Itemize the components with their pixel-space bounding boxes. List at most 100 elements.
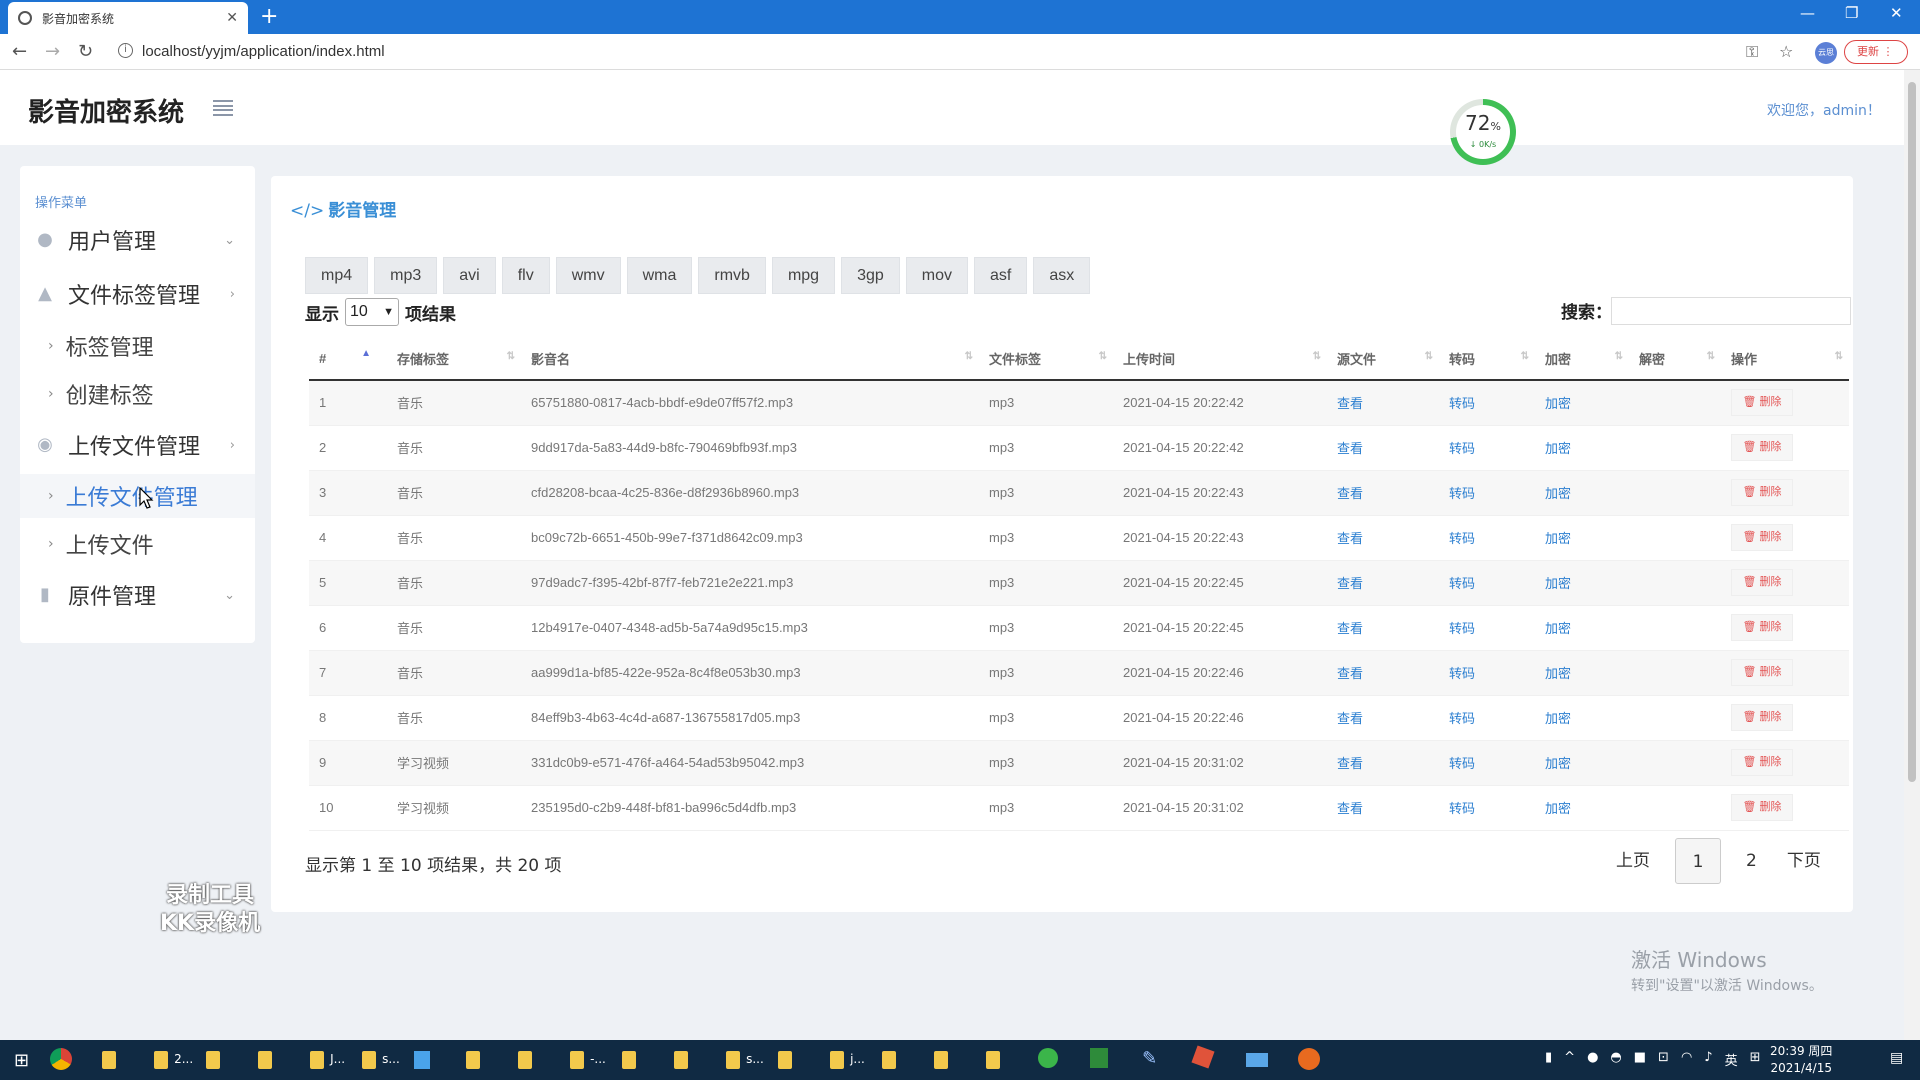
delete-button[interactable]: 🗑 删除: [1731, 704, 1793, 731]
transcode-link[interactable]: 转码: [1439, 470, 1535, 516]
transcode-link[interactable]: 转码: [1439, 695, 1535, 741]
encrypt-link[interactable]: 加密: [1535, 650, 1629, 696]
ime-indicator[interactable]: 英: [1725, 1050, 1738, 1069]
format-button-mp3[interactable]: mp3: [374, 257, 438, 294]
tray-app-icon[interactable]: ■: [1634, 1050, 1646, 1069]
profile-avatar[interactable]: 云思: [1815, 42, 1837, 64]
back-icon[interactable]: ←: [12, 41, 27, 62]
next-page-button[interactable]: 下页: [1772, 838, 1836, 884]
folder-icon[interactable]: [778, 1048, 808, 1072]
transcode-link[interactable]: 转码: [1439, 785, 1535, 831]
folder-icon[interactable]: [258, 1048, 288, 1072]
format-button-mp4[interactable]: mp4: [305, 257, 369, 294]
delete-button[interactable]: 🗑 删除: [1731, 614, 1793, 641]
sidebar-item-upload-file-management[interactable]: ◉ 上传文件管理 ›: [20, 423, 255, 467]
sidebar-item-original-management[interactable]: ▮ 原件管理 ⌄: [20, 573, 255, 617]
transcode-link[interactable]: 转码: [1439, 605, 1535, 651]
view-link[interactable]: 查看: [1327, 785, 1439, 831]
folder-icon[interactable]: [674, 1048, 704, 1072]
view-link[interactable]: 查看: [1327, 560, 1439, 606]
sidebar-item-file-tag-management[interactable]: ▲ 文件标签管理 ›: [20, 272, 255, 316]
folder-icon[interactable]: [986, 1048, 1016, 1072]
wifi-icon[interactable]: ◠: [1681, 1050, 1692, 1069]
sidebar-item-upload-file[interactable]: › 上传文件: [20, 522, 255, 566]
minimize-icon[interactable]: —: [1800, 4, 1815, 22]
delete-button[interactable]: 🗑 删除: [1731, 479, 1793, 506]
keyboard-icon[interactable]: ⊞: [1750, 1050, 1761, 1069]
format-button-mpg[interactable]: mpg: [771, 257, 836, 294]
view-link[interactable]: 查看: [1327, 695, 1439, 741]
delete-button[interactable]: 🗑 删除: [1731, 749, 1793, 776]
welcome-text[interactable]: 欢迎您，admin！: [1767, 100, 1881, 120]
sidebar-item-user-management[interactable]: ● 用户管理 ⌄: [20, 218, 255, 262]
folder-icon[interactable]: J...: [310, 1048, 345, 1072]
key-icon[interactable]: ⚿: [1746, 42, 1758, 62]
red-app-icon[interactable]: [1191, 1045, 1224, 1072]
column-header[interactable]: 影音名 ⇅: [521, 338, 979, 381]
column-header[interactable]: 存储标签 ⇅: [387, 338, 521, 381]
green-app-icon[interactable]: [1038, 1048, 1068, 1072]
view-link[interactable]: 查看: [1327, 650, 1439, 696]
encrypt-link[interactable]: 加密: [1535, 380, 1629, 426]
delete-button[interactable]: 🗑 删除: [1731, 524, 1793, 551]
view-link[interactable]: 查看: [1327, 470, 1439, 516]
folder-icon[interactable]: 2...: [154, 1048, 193, 1072]
tray-app-icon[interactable]: ●: [1587, 1050, 1598, 1069]
recorder-icon[interactable]: [1298, 1048, 1328, 1072]
transcode-link[interactable]: 转码: [1439, 425, 1535, 471]
pen-icon[interactable]: ✎: [1142, 1048, 1172, 1072]
battery-icon[interactable]: ▮: [1545, 1050, 1552, 1069]
forward-icon[interactable]: →: [45, 41, 60, 62]
column-header[interactable]: 源文件 ⇅: [1327, 338, 1439, 381]
view-link[interactable]: 查看: [1327, 740, 1439, 786]
close-window-icon[interactable]: ✕: [1890, 4, 1903, 22]
delete-button[interactable]: 🗑 删除: [1731, 794, 1793, 821]
encrypt-link[interactable]: 加密: [1535, 740, 1629, 786]
delete-button[interactable]: 🗑 删除: [1731, 569, 1793, 596]
encrypt-link[interactable]: 加密: [1535, 515, 1629, 561]
browser-tab[interactable]: 影音加密系统 ✕: [8, 2, 248, 34]
folder-icon[interactable]: [466, 1048, 496, 1072]
format-button-flv[interactable]: flv: [501, 257, 550, 294]
folder-icon[interactable]: [518, 1048, 548, 1072]
transcode-link[interactable]: 转码: [1439, 515, 1535, 561]
encrypt-link[interactable]: 加密: [1535, 695, 1629, 741]
column-header[interactable]: 解密 ⇅: [1629, 338, 1721, 381]
page-button-2[interactable]: 2: [1731, 838, 1772, 884]
transcode-link[interactable]: 转码: [1439, 650, 1535, 696]
folder-icon[interactable]: s...: [726, 1048, 764, 1072]
transcode-link[interactable]: 转码: [1439, 740, 1535, 786]
laptop-icon[interactable]: [1246, 1048, 1276, 1072]
search-input[interactable]: [1611, 297, 1851, 325]
chevron-up-icon[interactable]: ^: [1564, 1050, 1575, 1069]
folder-icon[interactable]: j...: [830, 1048, 865, 1072]
star-icon[interactable]: ☆: [1779, 42, 1793, 61]
delete-button[interactable]: 🗑 删除: [1731, 659, 1793, 686]
view-link[interactable]: 查看: [1327, 605, 1439, 651]
network-speed-widget[interactable]: 72% ↓ 0K/s: [1450, 99, 1516, 165]
format-button-3gp[interactable]: 3gp: [841, 257, 900, 294]
page-size-select[interactable]: 10 ▼: [345, 298, 399, 326]
encrypt-link[interactable]: 加密: [1535, 425, 1629, 471]
format-button-rmvb[interactable]: rmvb: [698, 257, 766, 294]
delete-button[interactable]: 🗑 删除: [1731, 434, 1793, 461]
cube-icon[interactable]: [414, 1048, 444, 1072]
network-icon[interactable]: ⊡: [1658, 1050, 1669, 1069]
column-header[interactable]: 操作 ⇅: [1721, 338, 1849, 381]
sidebar-item-create-tag[interactable]: › 创建标签: [20, 372, 255, 416]
column-header[interactable]: 加密 ⇅: [1535, 338, 1629, 381]
prev-page-button[interactable]: 上页: [1601, 838, 1665, 884]
column-header[interactable]: # ▲: [309, 338, 387, 381]
folder-icon[interactable]: -...: [570, 1048, 606, 1072]
encrypt-link[interactable]: 加密: [1535, 605, 1629, 651]
taskbar-clock[interactable]: 20:39 周四 2021/4/15: [1770, 1043, 1832, 1077]
folder-icon[interactable]: s...: [362, 1048, 400, 1072]
info-icon[interactable]: i: [118, 43, 133, 58]
column-header[interactable]: 上传时间 ⇅: [1113, 338, 1327, 381]
reload-icon[interactable]: ↻: [78, 41, 93, 62]
encrypt-link[interactable]: 加密: [1535, 470, 1629, 516]
update-button[interactable]: 更新 ⋮: [1844, 40, 1908, 64]
url-field[interactable]: localhost/yyjm/application/index.html: [142, 43, 385, 60]
folder-icon[interactable]: [102, 1048, 132, 1072]
scrollbar-thumb[interactable]: [1908, 82, 1916, 782]
